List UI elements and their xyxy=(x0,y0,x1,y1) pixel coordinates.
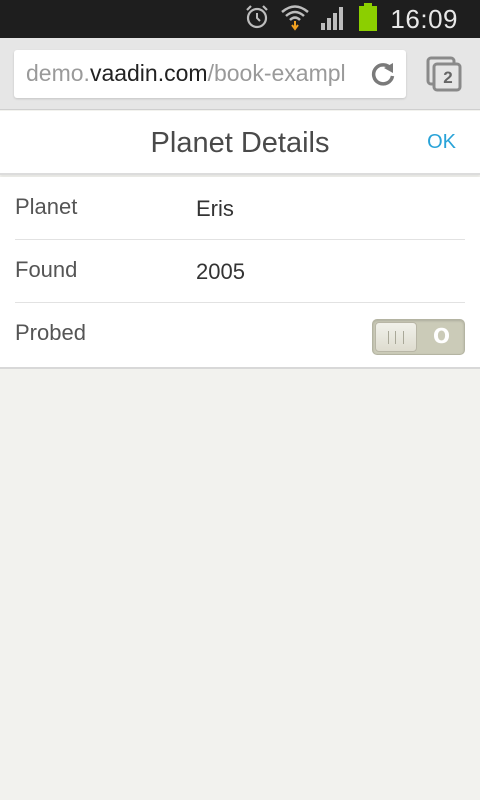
switch-state-label: O xyxy=(432,324,450,348)
url-prefix: demo. xyxy=(26,60,90,86)
battery-icon xyxy=(358,2,378,36)
navigation-bar: Planet Details OK xyxy=(0,111,480,175)
alarm-icon xyxy=(244,4,270,34)
clock: 16:09 xyxy=(390,3,458,34)
signal-icon xyxy=(320,3,348,35)
found-row: Found 2005 xyxy=(15,240,465,303)
page-title: Planet Details xyxy=(150,127,330,159)
wifi-icon xyxy=(280,3,310,35)
url-text[interactable]: demo.vaadin.com/book-exampl xyxy=(26,60,356,87)
probed-label: Probed xyxy=(15,320,86,345)
address-bar[interactable]: demo.vaadin.com/book-exampl xyxy=(14,50,406,98)
url-host: vaadin.com xyxy=(89,60,208,86)
found-label: Found xyxy=(15,257,78,282)
planet-details-form: Planet Eris Found 2005 Probed O xyxy=(0,177,480,369)
ok-button[interactable]: OK xyxy=(427,131,456,154)
switch-knob[interactable] xyxy=(375,322,417,352)
probed-row: Probed O xyxy=(15,303,465,366)
found-value[interactable]: 2005 xyxy=(196,259,245,285)
status-bar: 16:09 xyxy=(0,0,480,38)
planet-label: Planet xyxy=(15,194,78,219)
tabs-button[interactable]: 2 xyxy=(426,56,462,92)
grip-icon xyxy=(388,331,404,344)
browser-toolbar: demo.vaadin.com/book-exampl 2 xyxy=(0,38,480,110)
tab-count: 2 xyxy=(443,68,453,87)
planet-row: Planet Eris xyxy=(15,177,465,240)
reload-icon[interactable] xyxy=(370,61,396,87)
url-path: /book-exampl xyxy=(207,60,346,86)
planet-value[interactable]: Eris xyxy=(196,196,234,222)
probed-switch[interactable]: O xyxy=(372,319,465,355)
